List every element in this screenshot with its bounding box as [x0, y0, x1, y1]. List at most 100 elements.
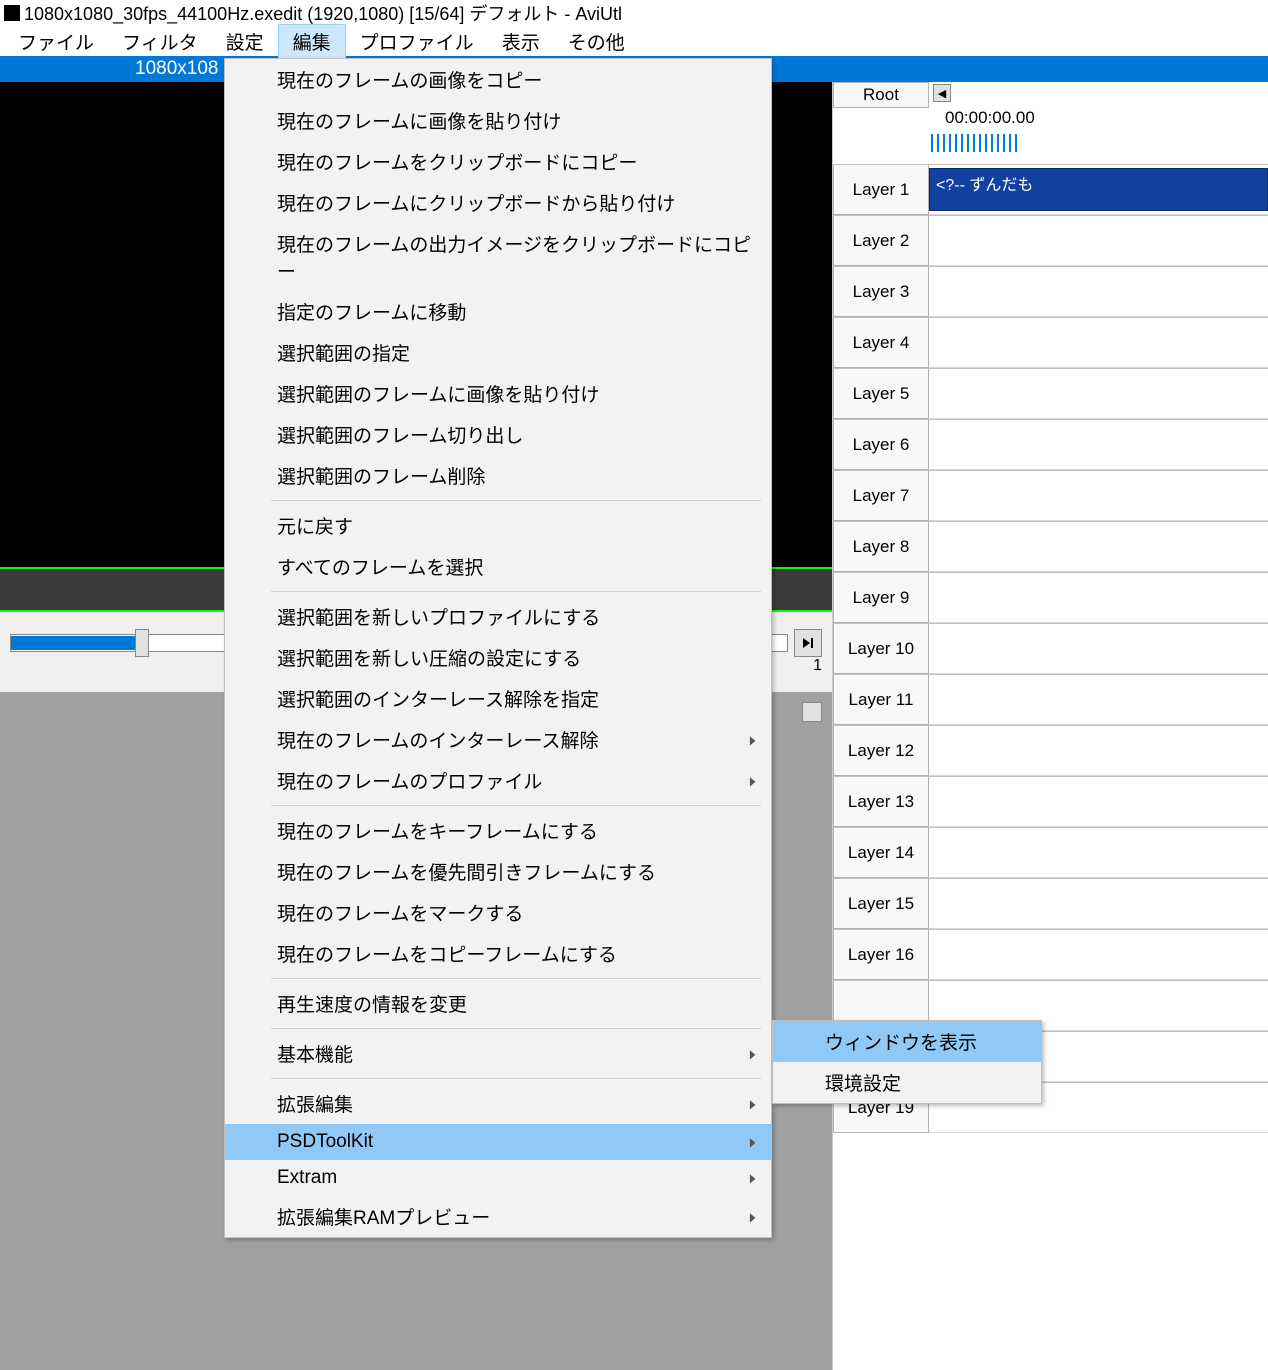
- submenu-show-window[interactable]: ウィンドウを表示: [773, 1021, 1041, 1062]
- psdtoolkit-submenu: ウィンドウを表示 環境設定: [772, 1020, 1042, 1104]
- seek-fill: [11, 636, 141, 650]
- ctx-copy_frame_img[interactable]: 現在のフレームの画像をコピー: [225, 59, 771, 100]
- layer-track[interactable]: [929, 471, 1268, 521]
- layer-track[interactable]: [929, 777, 1268, 827]
- ctx-copy_frame[interactable]: 現在のフレームをコピーフレームにする: [225, 933, 771, 974]
- layer-label[interactable]: Layer 12: [833, 726, 929, 776]
- timeline-clip[interactable]: <?-- ずんだも: [929, 168, 1268, 211]
- app-icon: [4, 5, 20, 21]
- menu-settings[interactable]: 設定: [212, 25, 278, 58]
- menu-profile[interactable]: プロファイル: [346, 25, 488, 58]
- layer-track[interactable]: [929, 522, 1268, 572]
- ctx-separator: [271, 1028, 761, 1029]
- layer-row: Layer 16: [833, 929, 1268, 980]
- ctx-keyframe[interactable]: 現在のフレームをキーフレームにする: [225, 810, 771, 851]
- edit-context-menu: 現在のフレームの画像をコピー現在のフレームに画像を貼り付け現在のフレームをクリッ…: [224, 58, 772, 1238]
- layer-track[interactable]: [929, 267, 1268, 317]
- layer-row: Layer 9: [833, 572, 1268, 623]
- layer-label[interactable]: Layer 9: [833, 573, 929, 623]
- timeline-panel: Root ◀ 00:00:00.00 Layer 1<?-- ずんだもLayer…: [832, 82, 1268, 1370]
- ctx-cur_interlace[interactable]: 現在のフレームのインターレース解除: [225, 719, 771, 760]
- ctx-paste_sel_range[interactable]: 選択範囲のフレームに画像を貼り付け: [225, 373, 771, 414]
- layer-row: Layer 14: [833, 827, 1268, 878]
- submenu-env-settings[interactable]: 環境設定: [773, 1062, 1041, 1103]
- layer-track[interactable]: <?-- ずんだも: [929, 165, 1268, 215]
- layer-label[interactable]: Layer 3: [833, 267, 929, 317]
- layer-label[interactable]: Layer 10: [833, 624, 929, 674]
- layer-row: Layer 11: [833, 674, 1268, 725]
- menu-view[interactable]: 表示: [488, 25, 554, 58]
- layer-label[interactable]: Layer 4: [833, 318, 929, 368]
- ctx-playback_info[interactable]: 再生速度の情報を変更: [225, 983, 771, 1024]
- layer-label[interactable]: Layer 7: [833, 471, 929, 521]
- layer-label[interactable]: Layer 16: [833, 930, 929, 980]
- ctx-psdtoolkit[interactable]: PSDToolKit: [225, 1124, 771, 1160]
- scroll-left-arrow[interactable]: ◀: [933, 84, 951, 102]
- layer-label[interactable]: Layer 11: [833, 675, 929, 725]
- ctx-sel_new_profile[interactable]: 選択範囲を新しいプロファイルにする: [225, 596, 771, 637]
- layer-track[interactable]: [929, 726, 1268, 776]
- layer-row: Layer 7: [833, 470, 1268, 521]
- window-title: 1080x1080_30fps_44100Hz.exedit (1920,108…: [24, 0, 622, 26]
- layer-label[interactable]: Layer 15: [833, 879, 929, 929]
- ctx-exedit[interactable]: 拡張編集: [225, 1083, 771, 1124]
- ctx-select_all[interactable]: すべてのフレームを選択: [225, 546, 771, 587]
- ctx-copy_out_img[interactable]: 現在のフレームの出力イメージをクリップボードにコピー: [225, 223, 771, 291]
- ctx-del_sel_range[interactable]: 選択範囲のフレーム削除: [225, 455, 771, 496]
- layer-track[interactable]: [929, 573, 1268, 623]
- title-bar: 1080x1080_30fps_44100Hz.exedit (1920,108…: [0, 0, 1268, 26]
- timeline-ruler[interactable]: [929, 128, 1268, 152]
- layer-track[interactable]: [929, 828, 1268, 878]
- ctx-copy_frame_clip[interactable]: 現在のフレームをクリップボードにコピー: [225, 141, 771, 182]
- ctx-rampreview[interactable]: 拡張編集RAMプレビュー: [225, 1196, 771, 1237]
- layer-label[interactable]: Layer 6: [833, 420, 929, 470]
- layer-label[interactable]: Layer 8: [833, 522, 929, 572]
- layer-row: Layer 4: [833, 317, 1268, 368]
- layer-row: Layer 3: [833, 266, 1268, 317]
- layer-track[interactable]: [929, 216, 1268, 266]
- root-button[interactable]: Root: [833, 82, 929, 108]
- layer-label[interactable]: Layer 14: [833, 828, 929, 878]
- timecode: 00:00:00.00: [929, 108, 1268, 128]
- layer-label[interactable]: Layer 1: [833, 165, 929, 215]
- ctx-separator: [271, 1078, 761, 1079]
- ctx-paste_img_frame[interactable]: 現在のフレームに画像を貼り付け: [225, 100, 771, 141]
- ctx-mark_frame[interactable]: 現在のフレームをマークする: [225, 892, 771, 933]
- layer-row: Layer 6: [833, 419, 1268, 470]
- layer-track[interactable]: [929, 369, 1268, 419]
- layer-track[interactable]: [929, 318, 1268, 368]
- menu-bar: ファイル フィルタ 設定 編集 プロファイル 表示 その他: [0, 26, 1268, 56]
- ctx-separator: [271, 978, 761, 979]
- layer-row: Layer 2: [833, 215, 1268, 266]
- ctx-cut_sel_range[interactable]: 選択範囲のフレーム切り出し: [225, 414, 771, 455]
- layer-track[interactable]: [929, 624, 1268, 674]
- ctx-cur_profile[interactable]: 現在のフレームのプロファイル: [225, 760, 771, 801]
- layer-track[interactable]: [929, 420, 1268, 470]
- menu-edit[interactable]: 編集: [278, 24, 346, 59]
- ctx-goto_frame[interactable]: 指定のフレームに移動: [225, 291, 771, 332]
- ctx-extram[interactable]: Extram: [225, 1160, 771, 1196]
- menu-filter[interactable]: フィルタ: [108, 25, 212, 58]
- layer-row: Layer 13: [833, 776, 1268, 827]
- layer-row: Layer 15: [833, 878, 1268, 929]
- ctx-basic[interactable]: 基本機能: [225, 1033, 771, 1074]
- ctx-paste_clip_frame[interactable]: 現在のフレームにクリップボードから貼り付け: [225, 182, 771, 223]
- layer-label[interactable]: Layer 13: [833, 777, 929, 827]
- layer-label[interactable]: Layer 2: [833, 216, 929, 266]
- ctx-sel_new_compress[interactable]: 選択範囲を新しい圧縮の設定にする: [225, 637, 771, 678]
- layer-track[interactable]: [929, 930, 1268, 980]
- ctx-sel_range[interactable]: 選択範囲の指定: [225, 332, 771, 373]
- ctx-priority_frame[interactable]: 現在のフレームを優先間引きフレームにする: [225, 851, 771, 892]
- seek-end-button[interactable]: [794, 629, 822, 657]
- ctx-sel_interlace_set[interactable]: 選択範囲のインターレース解除を指定: [225, 678, 771, 719]
- layer-label[interactable]: Layer 5: [833, 369, 929, 419]
- layer-row: Layer 5: [833, 368, 1268, 419]
- seek-thumb[interactable]: [135, 629, 149, 657]
- menu-other[interactable]: その他: [554, 25, 639, 58]
- layer-row: Layer 8: [833, 521, 1268, 572]
- menu-file[interactable]: ファイル: [4, 25, 108, 58]
- layer-track[interactable]: [929, 675, 1268, 725]
- layer-track[interactable]: [929, 879, 1268, 929]
- blue-strip-text: 1080x108: [135, 58, 218, 80]
- ctx-undo[interactable]: 元に戻す: [225, 505, 771, 546]
